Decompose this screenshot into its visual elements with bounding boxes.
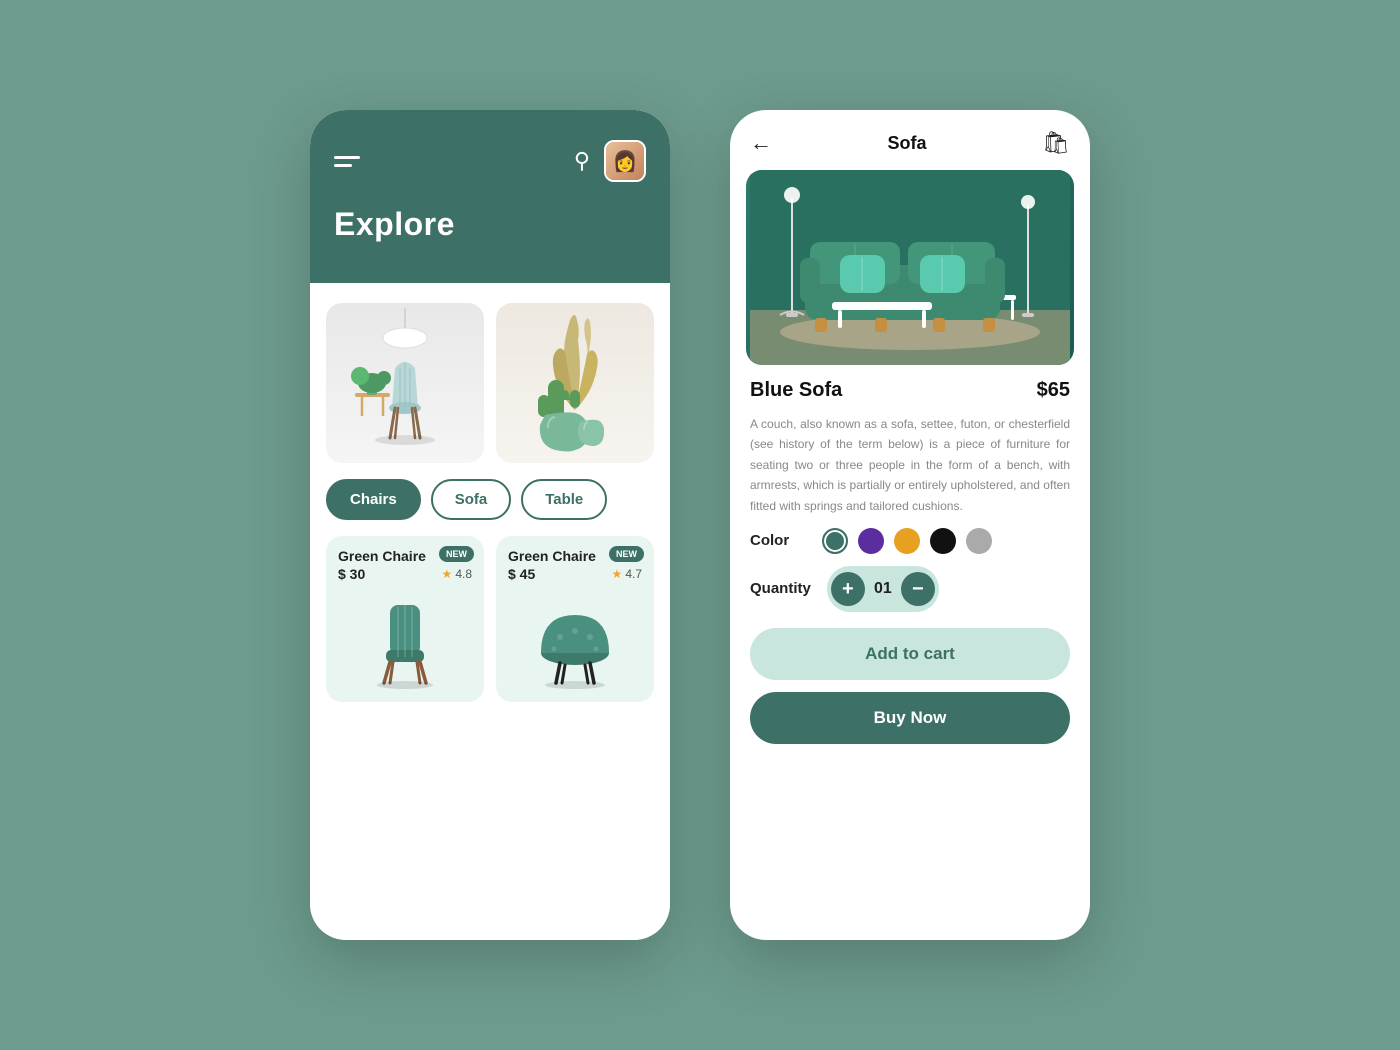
new-badge-2: NEW — [609, 546, 644, 562]
avatar[interactable]: 👩 — [604, 140, 646, 182]
quantity-increase-button[interactable]: + — [831, 572, 865, 606]
page-title: Explore — [334, 206, 646, 243]
color-label: Color — [750, 532, 810, 549]
product-description: A couch, also known as a sofa, settee, f… — [750, 414, 1070, 516]
search-button[interactable]: ⚲ — [574, 148, 590, 174]
product-price-2: $ 45 — [508, 566, 535, 582]
left-phone: ⚲ 👩 Explore — [310, 110, 670, 940]
plant-illustration — [510, 303, 640, 455]
sofa-illustration — [750, 170, 1070, 365]
tab-sofa[interactable]: Sofa — [431, 479, 512, 520]
color-dot-black[interactable] — [930, 528, 956, 554]
avatar-image: 👩 — [606, 142, 644, 180]
menu-icon[interactable] — [334, 156, 360, 167]
star-icon-1: ★ — [442, 567, 453, 581]
color-dot-green[interactable] — [822, 528, 848, 554]
category-tabs: Chairs Sofa Table — [326, 479, 654, 520]
star-icon-2: ★ — [612, 567, 623, 581]
back-button[interactable]: ← — [750, 130, 772, 156]
product-rating-2: ★ 4.7 — [612, 567, 642, 581]
chair-svg-1 — [360, 595, 450, 690]
product-image-2 — [508, 590, 642, 690]
featured-image-1 — [326, 303, 484, 463]
color-row: Color — [750, 528, 1070, 554]
product-card-1[interactable]: NEW Green Chaire $ 30 ★ 4.8 — [326, 536, 484, 702]
chair-illustration — [340, 308, 470, 453]
product-title-row: Blue Sofa $65 — [750, 379, 1070, 402]
plant-scene — [496, 303, 654, 463]
product-card-2[interactable]: NEW Green Chaire $ 45 ★ 4.7 — [496, 536, 654, 702]
cart-button[interactable]: 🛍 — [1042, 130, 1070, 156]
featured-images — [326, 303, 654, 463]
color-dot-orange[interactable] — [894, 528, 920, 554]
detail-product-price: $65 — [1037, 379, 1070, 402]
buy-now-button[interactable]: Buy Now — [750, 692, 1070, 744]
color-options — [822, 528, 992, 554]
new-badge-1: NEW — [439, 546, 474, 562]
color-dot-gray[interactable] — [966, 528, 992, 554]
product-price-1: $ 30 — [338, 566, 365, 582]
action-buttons: Add to cart Buy Now — [750, 628, 1070, 744]
product-image-1 — [338, 590, 472, 690]
products-grid: NEW Green Chaire $ 30 ★ 4.8 — [326, 536, 654, 702]
chair-svg-2 — [530, 595, 620, 690]
quantity-decrease-button[interactable]: − — [901, 572, 935, 606]
quantity-row: Quantity + 01 − — [750, 566, 1070, 612]
right-phone: ← Sofa 🛍 — [730, 110, 1090, 940]
top-bar: ⚲ 👩 — [334, 140, 646, 182]
phone-body: Chairs Sofa Table NEW Green Chaire $ 30 … — [310, 283, 670, 940]
sofa-scene — [746, 170, 1074, 365]
detail-title: Sofa — [888, 133, 927, 154]
detail-product-name: Blue Sofa — [750, 379, 842, 402]
tab-chairs[interactable]: Chairs — [326, 479, 421, 520]
product-rating-1: ★ 4.8 — [442, 567, 472, 581]
chair-scene — [326, 303, 484, 463]
quantity-value: 01 — [865, 580, 901, 598]
product-meta-2: $ 45 ★ 4.7 — [508, 566, 642, 582]
quantity-label: Quantity — [750, 580, 811, 597]
add-to-cart-button[interactable]: Add to cart — [750, 628, 1070, 680]
sofa-image-container — [746, 170, 1074, 365]
tab-table[interactable]: Table — [521, 479, 607, 520]
product-meta-1: $ 30 ★ 4.8 — [338, 566, 472, 582]
quantity-control: + 01 − — [827, 566, 939, 612]
top-right-controls: ⚲ 👩 — [574, 140, 646, 182]
phone-header: ⚲ 👩 Explore — [310, 110, 670, 283]
detail-body: Blue Sofa $65 A couch, also known as a s… — [730, 365, 1090, 940]
color-dot-purple[interactable] — [858, 528, 884, 554]
detail-header: ← Sofa 🛍 — [730, 110, 1090, 170]
featured-image-2 — [496, 303, 654, 463]
